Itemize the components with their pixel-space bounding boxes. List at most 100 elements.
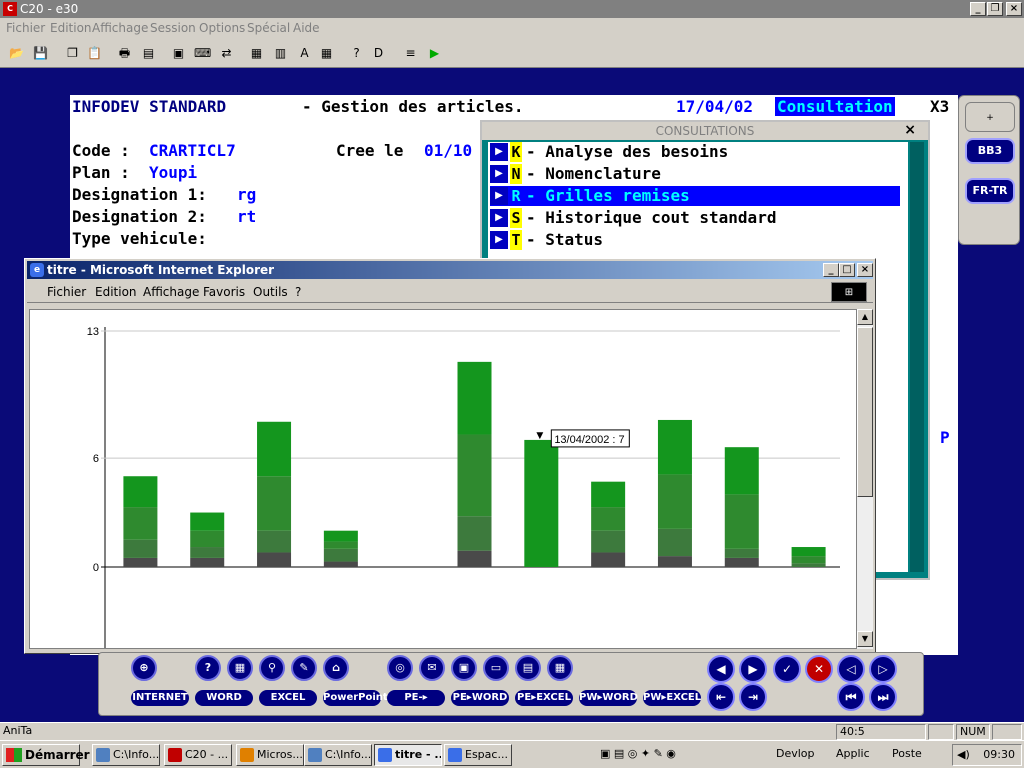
bar-segment[interactable] — [457, 361, 492, 435]
bar-segment[interactable] — [457, 550, 492, 567]
menu-affichage[interactable]: Affichage — [92, 21, 148, 35]
form-icon[interactable]: ▥ — [272, 45, 289, 61]
excel-button[interactable]: EXCEL — [259, 690, 317, 706]
powerpoint-button[interactable]: PowerPoint — [323, 690, 388, 706]
computer-icon[interactable]: ▭ — [483, 655, 509, 681]
folder-icon[interactable]: ▤ — [515, 655, 541, 681]
speaker-icon[interactable]: ◀) — [957, 745, 970, 765]
bar-segment[interactable] — [323, 548, 358, 562]
find-icon[interactable]: ◎ — [387, 655, 413, 681]
mail-icon[interactable]: ✉ — [419, 655, 445, 681]
font-icon[interactable]: A — [296, 45, 313, 61]
bar-segment[interactable] — [323, 541, 358, 549]
page-prev-icon[interactable]: ◁ — [837, 655, 865, 683]
menu-session[interactable]: Session — [150, 21, 196, 35]
ie-menu-fichier[interactable]: Fichier — [47, 285, 86, 299]
first-line-icon[interactable]: ⇤ — [707, 683, 735, 711]
ie-close-button[interactable]: × — [857, 263, 873, 277]
task-button[interactable]: Micros... — [236, 744, 304, 766]
paste-icon[interactable]: 📋 — [86, 45, 103, 61]
bar-segment[interactable] — [591, 481, 626, 508]
target-icon[interactable]: ⊕ — [131, 655, 157, 681]
scroll-thumb[interactable] — [857, 327, 873, 497]
restore-button[interactable]: ❐ — [987, 2, 1003, 16]
calculator-icon[interactable]: ▦ — [547, 655, 573, 681]
consultation-item-s[interactable]: ▶ S - Historique cout standard — [490, 208, 900, 228]
side-plus-button[interactable]: + — [965, 102, 1015, 132]
bar-segment[interactable] — [724, 494, 759, 549]
pw-word-button[interactable]: PW▸WORD — [579, 690, 638, 706]
validate-icon[interactable]: ✓ — [773, 655, 801, 683]
bar-segment[interactable] — [123, 539, 158, 558]
help-pointer-icon[interactable]: ? — [348, 45, 365, 61]
bar-segment[interactable] — [724, 548, 759, 558]
task-button[interactable]: C:\Info... — [304, 744, 372, 766]
copy-icon[interactable]: ❐ — [64, 45, 81, 61]
task-button[interactable]: C:\Info... — [92, 744, 160, 766]
bar-segment[interactable] — [190, 530, 225, 548]
bar-segment[interactable] — [657, 528, 692, 557]
consultations-close-button[interactable]: × — [904, 122, 916, 138]
home-icon[interactable]: ⌂ — [323, 655, 349, 681]
page-first-icon[interactable]: ⏮ — [837, 683, 865, 711]
side-button-fr-tr[interactable]: FR-TR — [965, 178, 1015, 204]
consultation-item-k[interactable]: ▶ K - Analyse des besoins — [490, 142, 900, 162]
ie-menu-favoris[interactable]: Favoris — [203, 285, 245, 299]
ie-menu-outils[interactable]: Outils — [253, 285, 288, 299]
bar-segment[interactable] — [123, 557, 158, 567]
pw-excel-button[interactable]: PW▸EXCEL — [643, 690, 701, 706]
ie-menu-affichage[interactable]: Affichage — [143, 285, 199, 299]
bar-segment[interactable] — [323, 530, 358, 542]
scroll-down-icon[interactable]: ▼ — [857, 631, 873, 647]
bar-segment[interactable] — [524, 439, 559, 567]
bar-segment[interactable] — [591, 507, 626, 531]
bar-segment[interactable] — [791, 563, 826, 567]
task-button-active[interactable]: titre - ... — [374, 744, 442, 766]
minimize-button[interactable]: _ — [970, 2, 986, 16]
wrench-icon[interactable]: ✎ — [291, 655, 317, 681]
start-button[interactable]: Démarrer — [2, 744, 90, 766]
devlop-toolbar[interactable]: Devlop — [776, 744, 815, 766]
open-icon[interactable]: 📂 — [8, 45, 25, 61]
task-button[interactable]: C20 - ... — [164, 744, 232, 766]
last-line-icon[interactable]: ⇥ — [739, 683, 767, 711]
menu-aide[interactable]: Aide — [293, 21, 320, 35]
help-icon[interactable]: ? — [195, 655, 221, 681]
menu-fichier[interactable]: Fichier — [6, 21, 45, 35]
network-icon[interactable]: ▣ — [451, 655, 477, 681]
bar-segment[interactable] — [190, 512, 225, 531]
internet-button[interactable]: INTERNET — [131, 690, 189, 706]
bar-segment[interactable] — [724, 557, 759, 567]
ie-minimize-button[interactable]: _ — [823, 263, 839, 277]
screen-icon[interactable]: ▦ — [248, 45, 265, 61]
consultations-scrollbar[interactable] — [910, 142, 924, 572]
arrow-left-icon[interactable]: ◀ — [707, 655, 735, 683]
bar-segment[interactable] — [724, 447, 759, 495]
arrow-right-icon[interactable]: ▶ — [739, 655, 767, 683]
bar-segment[interactable] — [657, 474, 692, 529]
menu-options[interactable]: Options — [199, 21, 245, 35]
task-button[interactable]: Espac... — [444, 744, 512, 766]
bar-segment[interactable] — [791, 556, 826, 564]
building-icon[interactable]: ▦ — [227, 655, 253, 681]
quicklaunch-icons[interactable]: ▣ ▤ ◎ ✦ ✎ ◉ — [600, 744, 676, 766]
menu-edition[interactable]: Edition — [50, 21, 92, 35]
menu-special[interactable]: Spécial — [247, 21, 290, 35]
bar-segment[interactable] — [457, 434, 492, 517]
bar-segment[interactable] — [591, 552, 626, 567]
run-icon[interactable]: ▶ — [426, 45, 443, 61]
bar-segment[interactable] — [190, 547, 225, 558]
bar-segment[interactable] — [791, 547, 826, 557]
bar-segment[interactable] — [190, 557, 225, 567]
magnifier-icon[interactable]: ⚲ — [259, 655, 285, 681]
applic-toolbar[interactable]: Applic — [836, 744, 870, 766]
consultation-item-t[interactable]: ▶ T - Status — [490, 230, 900, 250]
poste-toolbar[interactable]: Poste — [892, 744, 922, 766]
scroll-up-icon[interactable]: ▲ — [857, 309, 873, 325]
bar-segment[interactable] — [257, 421, 292, 477]
word-button[interactable]: WORD — [195, 690, 253, 706]
close-button[interactable]: × — [1006, 2, 1022, 16]
pe-trash-button[interactable]: PE-▸ — [387, 690, 445, 706]
print-setup-icon[interactable]: ▤ — [140, 45, 157, 61]
transfer-icon[interactable]: ⇄ — [218, 45, 235, 61]
